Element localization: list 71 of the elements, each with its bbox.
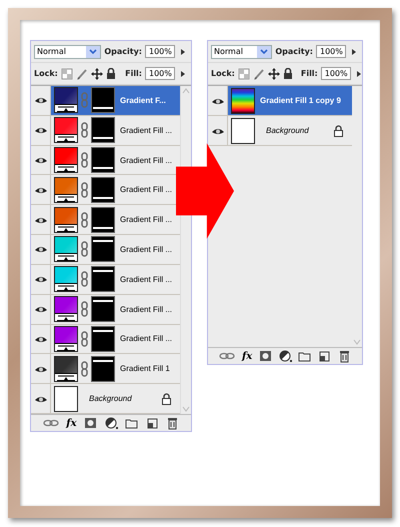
chain-link-icon	[81, 330, 88, 347]
mask-icon[interactable]	[84, 416, 98, 430]
layer-row[interactable]: Gradient Fill ...	[31, 146, 180, 176]
fill-label: Fill:	[300, 69, 318, 78]
chain-link-icon	[81, 152, 88, 168]
layer-row[interactable]: Gradient F...	[31, 86, 180, 116]
blend-mode-dropdown[interactable]: Normal	[34, 44, 102, 58]
layer-row[interactable]: Gradient Fill ...	[31, 116, 180, 146]
opacity-label: Opacity:	[104, 47, 142, 56]
layer-row[interactable]: Gradient Fill ...	[31, 294, 180, 324]
layer-thumbnail	[231, 118, 255, 144]
half-circle-icon[interactable]	[104, 416, 118, 430]
layer-row[interactable]: Gradient Fill ...	[31, 324, 180, 354]
chain-link-icon	[81, 271, 88, 288]
fill-field[interactable]: 100%	[320, 67, 351, 80]
layer-thumbnail	[54, 386, 78, 412]
chevron-down-icon[interactable]	[86, 46, 100, 58]
chain-link-icon	[81, 301, 88, 318]
gradient-thumbnail	[231, 88, 255, 114]
layer-name: Gradient Fill ...	[119, 274, 174, 284]
chevron-down-icon[interactable]	[257, 46, 272, 58]
fill-field[interactable]: 100%	[145, 67, 175, 80]
layer-name: Background	[265, 126, 310, 135]
layer-name: Background	[88, 394, 133, 404]
checkerboard-icon[interactable]	[238, 68, 250, 80]
opacity-label: Opacity:	[275, 47, 313, 56]
chain-link-icon	[81, 182, 88, 198]
layer-row[interactable]: Background	[208, 116, 352, 146]
lock-label: Lock:	[34, 69, 58, 78]
mask-icon[interactable]	[258, 350, 272, 362]
trash-icon[interactable]	[166, 416, 180, 430]
layer-name: Gradient Fill ...	[119, 156, 174, 165]
fx-button[interactable]: fx	[66, 418, 77, 428]
layer-name: Gradient Fill 1 copy 9	[259, 96, 342, 105]
opacity-field[interactable]: 100%	[316, 45, 346, 58]
half-circle-icon[interactable]	[278, 350, 292, 362]
opacity-field[interactable]: 100%	[145, 45, 175, 58]
new-layer-icon[interactable]	[146, 416, 159, 430]
lock-icon[interactable]	[106, 68, 118, 80]
move-icon[interactable]	[268, 68, 280, 80]
new-layer-icon[interactable]	[318, 350, 331, 362]
layer-name: Gradient Fill ...	[119, 244, 174, 254]
layer-name: Gradient F...	[119, 96, 167, 105]
lock-label: Lock:	[211, 69, 235, 78]
layer-row[interactable]: Gradient Fill ...	[31, 175, 180, 206]
layer-row[interactable]: Gradient Fill ...	[31, 235, 180, 265]
trash-icon[interactable]	[338, 350, 351, 362]
layer-name: Gradient Fill ...	[119, 185, 174, 194]
folder-icon[interactable]	[125, 416, 138, 430]
fx-button[interactable]: fx	[242, 350, 252, 362]
fill-label: Fill:	[125, 69, 142, 78]
chain-link-icon	[81, 122, 88, 138]
move-icon[interactable]	[90, 68, 103, 80]
layer-name: Gradient Fill ...	[119, 126, 174, 135]
checkerboard-icon[interactable]	[60, 68, 73, 80]
blend-mode-dropdown[interactable]: Normal	[211, 44, 272, 58]
layer-name: Gradient Fill 1	[119, 364, 171, 374]
layer-name: Gradient Fill ...	[119, 304, 174, 314]
layer-row[interactable]: Gradient Fill 1 copy 9	[208, 86, 352, 116]
layer-row[interactable]: Gradient Fill ...	[31, 205, 180, 236]
layer-name: Gradient Fill ...	[119, 215, 174, 224]
chain-link-icon	[81, 92, 88, 108]
folder-icon[interactable]	[298, 350, 312, 362]
chain-link-icon	[81, 360, 88, 377]
lock-icon[interactable]	[282, 68, 295, 80]
layer-row[interactable]: Gradient Fill 1	[31, 354, 180, 384]
chain-link-icon	[81, 212, 88, 228]
chain-link-icon	[81, 241, 88, 258]
layer-name: Gradient Fill ...	[119, 334, 174, 344]
layer-row[interactable]: Background	[31, 384, 180, 414]
layer-row[interactable]: Gradient Fill ...	[31, 264, 180, 295]
